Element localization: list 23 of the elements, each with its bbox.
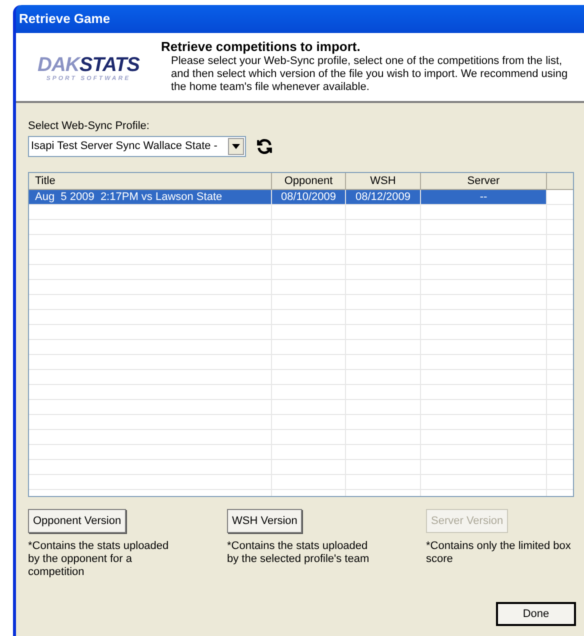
table-cell: -- [421,190,547,204]
table-cell: 08/12/2009 [346,190,421,204]
table-cell: Aug 5 2009 2:17PM vs Lawson State [29,190,272,204]
version-button[interactable]: WSH Version [227,509,302,533]
refresh-icon[interactable] [256,138,273,155]
profile-label: Select Web-Sync Profile: [28,120,150,133]
profile-dropdown[interactable]: Isapi Test Server Sync Wallace State - [28,136,246,157]
column-header[interactable]: Server [421,173,547,189]
logo-text: DAK [38,54,80,74]
version-note: *Contains the stats uploaded by the selected profile's team [227,540,370,566]
version-note: *Contains only the limited box score [426,540,572,566]
column-header[interactable]: WSH [346,173,421,189]
done-button[interactable]: Done [496,602,576,626]
header-description: Please select your Web-Sync profile, select one of the competitions from the list, and then select which version of the file you wish to import. We recommend using the home team's file whenever available. [170,55,569,94]
header-title: Retrieve competitions to import. [161,39,362,55]
table-row[interactable]: Aug 5 2009 2:17PM vs Lawson State 08/10/2009 08/12/2009 -- [29,190,547,204]
column-header[interactable]: Title [29,173,272,189]
version-note: *Contains the stats uploaded by the opponent for a competition [28,540,170,579]
table-cell: 08/10/2009 [272,190,346,204]
version-button[interactable]: Opponent Version [28,509,126,533]
logo-text: STATS [79,54,140,74]
window-title: Retrieve Game [19,10,110,28]
column-header[interactable]: Opponent [272,173,346,189]
